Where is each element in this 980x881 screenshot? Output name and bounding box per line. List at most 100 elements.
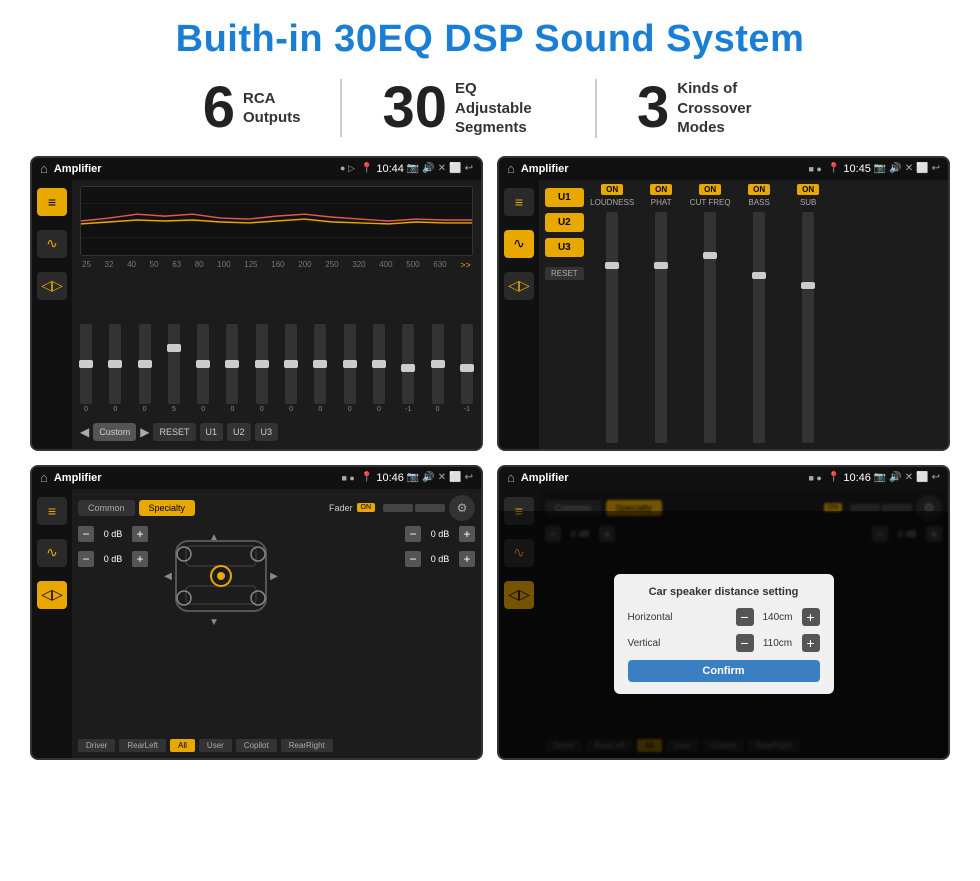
db-value-fr: 0 dB bbox=[425, 529, 455, 539]
sidebar-speaker-btn-3[interactable]: ◁▷ bbox=[37, 581, 67, 609]
stat-crossover: 3 Kinds ofCrossover Modes bbox=[597, 79, 817, 138]
stats-row: 6 RCAOutputs 30 EQ AdjustableSegments 3 … bbox=[30, 79, 950, 138]
fader-label: Fader bbox=[329, 503, 353, 513]
u1-btn[interactable]: U1 bbox=[545, 188, 584, 207]
sidebar-wave-btn-2[interactable]: ∿ bbox=[504, 230, 534, 258]
sidebar-eq-btn[interactable]: ≡ bbox=[37, 188, 67, 216]
u1-btn-1[interactable]: U1 bbox=[200, 423, 224, 441]
status-icons-4: 📍 10:46 📷 🔊 ✕ ⬜ ↩ bbox=[828, 472, 940, 484]
eq-slider-3: 5 bbox=[168, 324, 180, 413]
horizontal-label: Horizontal bbox=[628, 612, 683, 623]
horizontal-value: 140cm bbox=[758, 612, 798, 623]
app-name-2: Amplifier bbox=[521, 163, 803, 175]
label-loudness: LOUDNESS bbox=[590, 198, 634, 207]
app-name-1: Amplifier bbox=[54, 163, 334, 175]
left-sidebar-1: ≡ ∿ ◁▷ bbox=[32, 180, 72, 449]
app-name-3: Amplifier bbox=[54, 472, 336, 484]
on-badge-cutfreq: ON bbox=[699, 184, 721, 195]
plus-rl[interactable]: + bbox=[132, 551, 148, 567]
on-badge-bass: ON bbox=[748, 184, 770, 195]
minus-rl[interactable]: − bbox=[78, 551, 94, 567]
screens-grid: ⌂ Amplifier ● ▷ 📍 10:44 📷 🔊 ✕ ⬜ ↩ ≡ ∿ ◁▷ bbox=[30, 156, 950, 760]
eq-bottom-bar: ◀ Custom ▶ RESET U1 U2 U3 bbox=[80, 421, 473, 443]
u2-btn-1[interactable]: U2 bbox=[227, 423, 251, 441]
db-control-fl: − 0 dB + bbox=[78, 526, 148, 542]
rearleft-btn-3[interactable]: RearLeft bbox=[119, 739, 166, 752]
channel-loudness: ON LOUDNESS bbox=[590, 184, 635, 445]
minus-fl[interactable]: − bbox=[78, 526, 94, 542]
label-phat: PHAT bbox=[651, 198, 672, 207]
eq-slider-0: 0 bbox=[80, 324, 92, 413]
dialog-title: Car speaker distance setting bbox=[628, 586, 820, 598]
settings-icon[interactable]: ⚙ bbox=[449, 495, 475, 521]
svg-text:▶: ▶ bbox=[270, 571, 278, 582]
status-bar-4: ⌂ Amplifier ■ ● 📍 10:46 📷 🔊 ✕ ⬜ ↩ bbox=[499, 467, 948, 489]
u3-btn-1[interactable]: U3 bbox=[255, 423, 279, 441]
eq-main: 2532 4050 6380 100125 160200 250320 4005… bbox=[72, 180, 481, 449]
plus-rr[interactable]: + bbox=[459, 551, 475, 567]
reset-btn-1[interactable]: RESET bbox=[153, 423, 195, 441]
sidebar-eq-btn-3[interactable]: ≡ bbox=[37, 497, 67, 525]
prev-arrow[interactable]: ◀ bbox=[80, 425, 89, 439]
eq-slider-2: 0 bbox=[139, 324, 151, 413]
copilot-btn-3[interactable]: Copilot bbox=[236, 739, 277, 752]
sidebar-wave-btn-3[interactable]: ∿ bbox=[37, 539, 67, 567]
screen-eq: ⌂ Amplifier ● ▷ 📍 10:44 📷 🔊 ✕ ⬜ ↩ ≡ ∿ ◁▷ bbox=[30, 156, 483, 451]
minus-fr[interactable]: − bbox=[405, 526, 421, 542]
status-icons-2: 📍 10:45 📷 🔊 ✕ ⬜ ↩ bbox=[828, 163, 940, 175]
tab-common-3[interactable]: Common bbox=[78, 500, 135, 516]
horizontal-plus[interactable]: + bbox=[802, 608, 820, 626]
time-3: 10:46 bbox=[376, 472, 404, 484]
minus-rr[interactable]: − bbox=[405, 551, 421, 567]
on-badge-fader: ON bbox=[357, 503, 376, 512]
user-btn-3[interactable]: User bbox=[199, 739, 232, 752]
u2-btn[interactable]: U2 bbox=[545, 213, 584, 232]
u3-btn[interactable]: U3 bbox=[545, 238, 584, 257]
eq-slider-11: -1 bbox=[402, 324, 414, 413]
rearright-btn-3[interactable]: RearRight bbox=[281, 739, 333, 752]
sidebar-speaker-btn[interactable]: ◁▷ bbox=[37, 272, 67, 300]
custom-btn[interactable]: Custom bbox=[93, 423, 136, 441]
eq-slider-6: 0 bbox=[256, 324, 268, 413]
dot-icons-3: ■ ● bbox=[342, 473, 355, 483]
amp-channels: ON LOUDNESS ON PHAT bbox=[590, 184, 944, 445]
stat-label-crossover: Kinds ofCrossover Modes bbox=[677, 79, 777, 138]
db-control-rl: − 0 dB + bbox=[78, 551, 148, 567]
time-1: 10:44 bbox=[376, 163, 404, 175]
plus-fr[interactable]: + bbox=[459, 526, 475, 542]
dialog-row-vertical: Vertical − 110cm + bbox=[628, 634, 820, 652]
confirm-button[interactable]: Confirm bbox=[628, 660, 820, 682]
channel-phat: ON PHAT bbox=[639, 184, 684, 445]
horizontal-control: − 140cm + bbox=[736, 608, 820, 626]
db-value-rr: 0 dB bbox=[425, 554, 455, 564]
screen-fader: ⌂ Amplifier ■ ● 📍 10:46 📷 🔊 ✕ ⬜ ↩ ≡ ∿ ◁▷ bbox=[30, 465, 483, 760]
driver-btn-3[interactable]: Driver bbox=[78, 739, 115, 752]
eq-slider-12: 0 bbox=[432, 324, 444, 413]
next-arrow[interactable]: ▶ bbox=[140, 425, 149, 439]
all-btn-3[interactable]: All bbox=[170, 739, 195, 752]
reset-btn-amp[interactable]: RESET bbox=[545, 267, 584, 280]
horizontal-minus[interactable]: − bbox=[736, 608, 754, 626]
eq-slider-7: 0 bbox=[285, 324, 297, 413]
stat-label-eq: EQ AdjustableSegments bbox=[455, 79, 555, 138]
home-icon-2: ⌂ bbox=[507, 161, 515, 176]
dialog-row-horizontal: Horizontal − 140cm + bbox=[628, 608, 820, 626]
channel-bass: ON BASS bbox=[737, 184, 782, 445]
sidebar-wave-btn[interactable]: ∿ bbox=[37, 230, 67, 258]
eq-slider-1: 0 bbox=[109, 324, 121, 413]
stat-rca: 6 RCAOutputs bbox=[163, 79, 343, 137]
plus-fl[interactable]: + bbox=[132, 526, 148, 542]
label-bass: BASS bbox=[749, 198, 770, 207]
status-icons-1: 📍 10:44 📷 🔊 ✕ ⬜ ↩ bbox=[361, 163, 473, 175]
label-sub: SUB bbox=[800, 198, 816, 207]
u-buttons: U1 U2 U3 RESET bbox=[543, 184, 586, 445]
sidebar-speaker-btn-2[interactable]: ◁▷ bbox=[504, 272, 534, 300]
dot-icons-4: ■ ● bbox=[809, 473, 822, 483]
tab-specialty-3[interactable]: Specialty bbox=[139, 500, 196, 516]
sidebar-eq-btn-2[interactable]: ≡ bbox=[504, 188, 534, 216]
vertical-minus[interactable]: − bbox=[736, 634, 754, 652]
driver-row-3: Driver RearLeft All User Copilot RearRig… bbox=[78, 739, 475, 752]
eq-sliders: 0 0 0 5 bbox=[80, 274, 473, 417]
eq-slider-4: 0 bbox=[197, 324, 209, 413]
vertical-plus[interactable]: + bbox=[802, 634, 820, 652]
